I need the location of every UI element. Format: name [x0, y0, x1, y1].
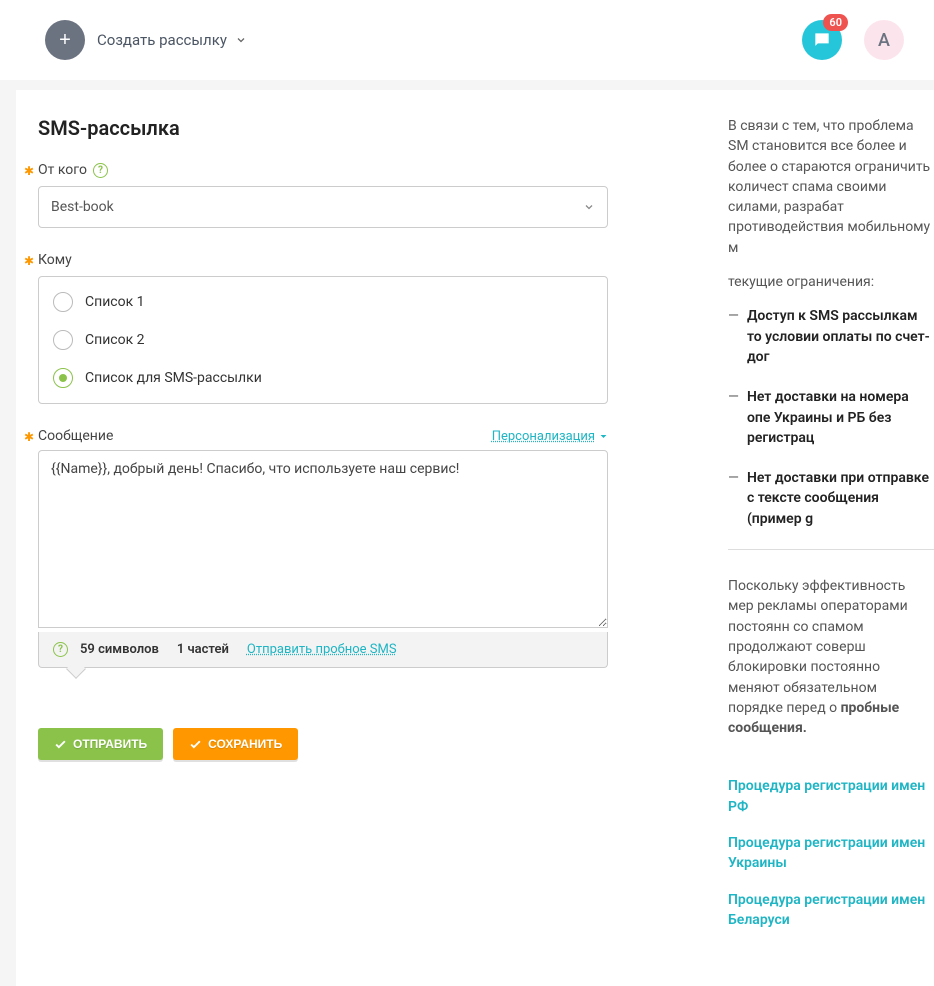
- side-mid: Поскольку эффективность мер рекламы опер…: [728, 576, 934, 738]
- help-icon[interactable]: ?: [93, 163, 108, 178]
- divider: [728, 549, 934, 550]
- to-option-2[interactable]: Список 2: [39, 321, 607, 359]
- to-option-label: Список 1: [85, 294, 145, 310]
- side-column: В связи с тем, что проблема SM становитс…: [638, 116, 934, 946]
- message-label: Сообщение: [38, 428, 113, 444]
- save-button[interactable]: СОХРАНИТЬ: [173, 728, 298, 760]
- from-selected: Best-book: [51, 199, 114, 215]
- chevron-down-icon: [235, 34, 247, 46]
- reg-link-rf[interactable]: Процедура регистрации имен РФ: [728, 776, 934, 817]
- to-option-1[interactable]: Список 1: [39, 283, 607, 321]
- topbar: + Создать рассылку 60 A: [0, 0, 934, 80]
- create-campaign-link[interactable]: Создать рассылку: [97, 31, 247, 49]
- radio-icon: [53, 292, 73, 312]
- char-count: 59 символов: [80, 642, 159, 657]
- avatar[interactable]: A: [864, 20, 904, 60]
- radio-icon: [53, 368, 73, 388]
- to-field: ✱ Кому Список 1 Список 2 Список для SMS-…: [38, 252, 608, 404]
- chat-badge: 60: [823, 14, 848, 31]
- chevron-down-icon: [583, 201, 595, 213]
- check-icon: [189, 738, 202, 751]
- message-textarea[interactable]: [38, 450, 608, 628]
- reg-link-ua[interactable]: Процедура регистрации имен Украины: [728, 833, 934, 874]
- from-label: От кого: [38, 162, 87, 178]
- side-current: текущие ограничения:: [728, 272, 934, 292]
- radio-icon: [53, 330, 73, 350]
- message-footer: ? 59 символов 1 частей Отправить пробное…: [38, 632, 608, 668]
- create-label: Создать рассылку: [97, 31, 227, 49]
- help-icon[interactable]: ?: [53, 642, 68, 657]
- chat-button[interactable]: 60: [802, 20, 842, 60]
- to-option-3[interactable]: Список для SMS-рассылки: [39, 359, 607, 397]
- side-intro: В связи с тем, что проблема SM становитс…: [728, 116, 934, 258]
- chat-icon: [812, 30, 832, 50]
- required-star-icon: ✱: [24, 164, 34, 178]
- to-option-label: Список 2: [85, 332, 145, 348]
- check-icon: [54, 738, 67, 751]
- send-button[interactable]: ОТПРАВИТЬ: [38, 728, 163, 760]
- restriction-item: —Доступ к SMS рассылкам то условии оплат…: [728, 306, 934, 367]
- required-star-icon: ✱: [24, 254, 34, 268]
- from-field: ✱ От кого ? Best-book: [38, 162, 608, 228]
- parts-count: 1 частей: [177, 642, 229, 657]
- restriction-item: —Нет доставки на номера опе Украины и РБ…: [728, 387, 934, 448]
- caret-down-icon: [599, 432, 608, 441]
- message-field: ✱ Сообщение Персонализация ? 59 символов…: [38, 428, 608, 668]
- page-title: SMS-рассылка: [38, 116, 608, 140]
- personalize-link[interactable]: Персонализация: [492, 429, 608, 444]
- to-option-label: Список для SMS-рассылки: [85, 370, 262, 386]
- send-test-link[interactable]: Отправить пробное SMS: [247, 642, 397, 657]
- add-button[interactable]: +: [45, 20, 85, 60]
- reg-link-by[interactable]: Процедура регистрации имен Беларуси: [728, 890, 934, 931]
- main-column: SMS-рассылка ✱ От кого ? Best-book ✱ Ком…: [38, 116, 638, 946]
- speech-tail-icon: [66, 659, 86, 679]
- to-radio-group: Список 1 Список 2 Список для SMS-рассылк…: [38, 276, 608, 404]
- from-select[interactable]: Best-book: [38, 186, 608, 228]
- required-star-icon: ✱: [24, 430, 34, 444]
- to-label: Кому: [38, 252, 72, 268]
- restriction-item: —Нет доставки при отправке с тексте сооб…: [728, 468, 934, 529]
